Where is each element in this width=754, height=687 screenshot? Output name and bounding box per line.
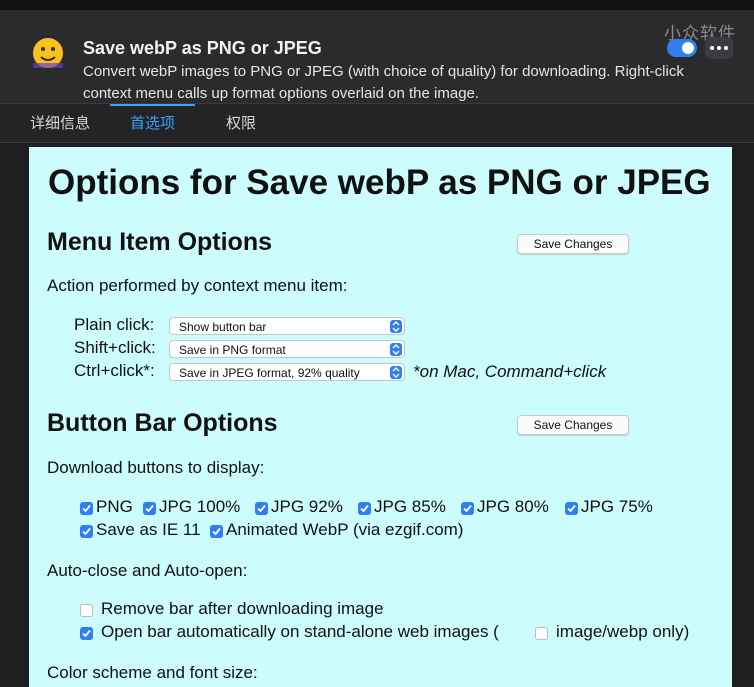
color-scheme-heading: Color scheme and font size: [47,663,258,682]
checkbox-remove-bar[interactable] [80,604,93,617]
tab-permissions[interactable]: 权限 [226,104,256,142]
checkbox-jpg75[interactable] [565,502,578,515]
checkmark-icon [212,527,221,536]
checkbox-jpg92-label: JPG 92% [271,497,343,516]
smiley-emoji-icon [33,38,63,68]
checkmark-icon [82,504,91,513]
window-top-strip [0,0,754,10]
updown-chevron-icon [390,320,402,333]
mac-note: *on Mac, Command+click [413,362,607,381]
tab-details[interactable]: 详细信息 [30,104,90,142]
remove-bar-label: Remove bar after downloading image [101,599,384,618]
auto-close-heading: Auto-close and Auto-open: [47,561,248,580]
checkbox-jpg75-label: JPG 75% [581,497,653,516]
updown-chevron-icon [390,366,402,379]
checkbox-webp-only[interactable] [535,627,548,640]
menu-intro-text: Action performed by context menu item: [47,276,348,295]
save-changes-button-menu[interactable]: Save Changes [517,234,629,254]
checkbox-jpg85-label: JPG 85% [374,497,446,516]
checkmark-icon [463,504,472,513]
page-title: Options for Save webP as PNG or JPEG [48,163,711,202]
checkmark-icon [82,527,91,536]
checkmark-icon [145,504,154,513]
checkbox-png[interactable] [80,502,93,515]
checkbox-animated-webp[interactable] [210,525,223,538]
plain-click-select[interactable]: Show button bar [169,317,405,335]
tab-bar: 详细信息 首选项 权限 [0,104,754,143]
checkmark-icon [257,504,266,513]
plain-click-value: Show button bar [179,320,267,334]
webp-only-label: image/webp only) [556,622,690,641]
checkbox-jpg92[interactable] [255,502,268,515]
save-changes-button-bar[interactable]: Save Changes [517,415,629,435]
extension-header: Save webP as PNG or JPEG Convert webP im… [0,10,754,104]
checkbox-save-ie11[interactable] [80,525,93,538]
enable-toggle[interactable] [667,39,697,57]
checkbox-animated-webp-label: Animated WebP (via ezgif.com) [226,520,464,539]
button-bar-heading: Button Bar Options [47,409,278,437]
checkbox-png-label: PNG [96,497,133,516]
extension-description: Convert webP images to PNG or JPEG (with… [83,63,684,102]
checkmark-icon [360,504,369,513]
updown-chevron-icon [390,343,402,356]
shift-click-select[interactable]: Save in PNG format [169,340,405,358]
shift-click-label: Shift+click: [74,338,156,357]
checkbox-jpg80[interactable] [461,502,474,515]
options-page: Options for Save webP as PNG or JPEG Men… [29,147,732,687]
ellipsis-icon[interactable] [705,37,733,59]
plain-click-label: Plain click: [74,315,155,334]
open-bar-label: Open bar automatically on stand-alone we… [101,622,499,641]
checkbox-jpg100-label: JPG 100% [159,497,241,516]
download-buttons-intro: Download buttons to display: [47,458,265,477]
checkbox-jpg100[interactable] [143,502,156,515]
ctrl-click-value: Save in JPEG format, 92% quality [179,366,360,380]
checkbox-save-ie11-label: Save as IE 11 [96,520,201,539]
checkbox-jpg80-label: JPG 80% [477,497,549,516]
ctrl-click-select[interactable]: Save in JPEG format, 92% quality [169,363,405,381]
toggle-knob [682,42,694,54]
extension-title: Save webP as PNG or JPEG [83,38,322,58]
checkbox-open-bar[interactable] [80,627,93,640]
shift-click-value: Save in PNG format [179,343,286,357]
ctrl-click-label: Ctrl+click*: [74,361,155,380]
menu-options-heading: Menu Item Options [47,228,272,256]
checkmark-icon [82,629,91,638]
tab-preferences[interactable]: 首选项 [109,104,196,142]
checkmark-icon [567,504,576,513]
checkbox-jpg85[interactable] [358,502,371,515]
